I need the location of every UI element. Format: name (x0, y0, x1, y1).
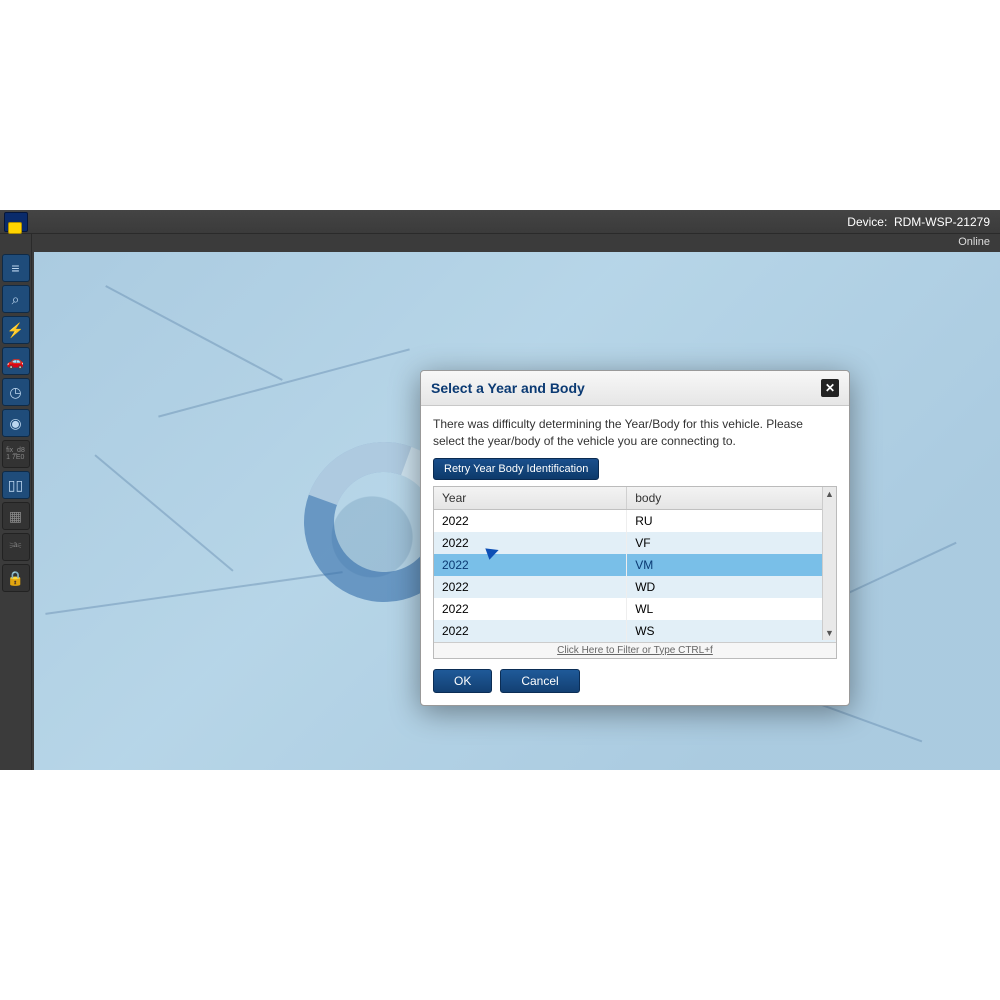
device-label: Device: (847, 215, 887, 229)
cell-body: WS (627, 620, 836, 642)
cell-body: VF (627, 532, 836, 554)
close-icon: ✕ (825, 382, 835, 394)
column-header-body[interactable]: body (627, 487, 836, 510)
dialog-close-button[interactable]: ✕ (821, 379, 839, 397)
cell-year: 2022 (434, 576, 627, 598)
table-row[interactable]: 2022RU (434, 509, 836, 532)
dialog-header: Select a Year and Body ✕ (421, 371, 849, 406)
sidebar-item-lock[interactable]: 🔒 (2, 564, 30, 592)
cell-year: 2022 (434, 620, 627, 642)
cancel-button[interactable]: Cancel (500, 669, 579, 693)
cell-year: 2022 (434, 532, 627, 554)
sidebar-item-gauge[interactable]: ◷ (2, 378, 30, 406)
dialog-body: There was difficulty determining the Yea… (421, 406, 849, 705)
sidebar-item-search[interactable]: ⌕ (2, 285, 30, 313)
year-body-table: Year body 2022RU2022VF2022VM2022WD2022WL… (433, 486, 837, 659)
table-scrollbar[interactable] (822, 487, 836, 640)
dialog-title: Select a Year and Body (431, 380, 821, 396)
app-window: Device: RDM-WSP-21279 Online ≡ ⌕ ⚡ 🚗 ◷ ◉… (0, 210, 1000, 770)
filter-hint[interactable]: Click Here to Filter or Type CTRL+f (434, 642, 836, 658)
cell-body: RU (627, 509, 836, 532)
cell-year: 2022 (434, 554, 627, 576)
titlebar: Device: RDM-WSP-21279 (0, 210, 1000, 234)
sidebar-item-bolt[interactable]: ⚡ (2, 316, 30, 344)
sidebar-item-car[interactable]: 🚗 (2, 347, 30, 375)
retry-identification-button[interactable]: Retry Year Body Identification (433, 458, 599, 480)
dialog-message: There was difficulty determining the Yea… (433, 416, 837, 450)
app-icon (4, 212, 28, 232)
device-name: RDM-WSP-21279 (894, 215, 990, 229)
table-row[interactable]: 2022WL (434, 598, 836, 620)
connection-status: Online (958, 236, 990, 248)
cell-year: 2022 (434, 598, 627, 620)
table-row[interactable]: 2022WS (434, 620, 836, 642)
table-row[interactable]: 2022WD (434, 576, 836, 598)
cell-year: 2022 (434, 509, 627, 532)
sidebar-item-signal[interactable]: ◉ (2, 409, 30, 437)
cell-body: VM (627, 554, 836, 576)
cell-body: WL (627, 598, 836, 620)
column-header-year[interactable]: Year (434, 487, 627, 510)
sidebar-item-menu[interactable]: ≡ (2, 254, 30, 282)
select-year-body-dialog: Select a Year and Body ✕ There was diffi… (420, 370, 850, 706)
sidebar-item-columns[interactable]: ▯▯ (2, 471, 30, 499)
sidebar: ≡ ⌕ ⚡ 🚗 ◷ ◉ fix_d81 7E0 ▯▯ ▦ ⎃ 🔒 (0, 234, 32, 770)
ok-button[interactable]: OK (433, 669, 492, 693)
status-bar: Online (948, 234, 1000, 252)
cell-body: WD (627, 576, 836, 598)
sidebar-item-flow[interactable]: ⎃ (2, 533, 30, 561)
sidebar-item-hex[interactable]: fix_d81 7E0 (2, 440, 30, 468)
sidebar-item-grid[interactable]: ▦ (2, 502, 30, 530)
